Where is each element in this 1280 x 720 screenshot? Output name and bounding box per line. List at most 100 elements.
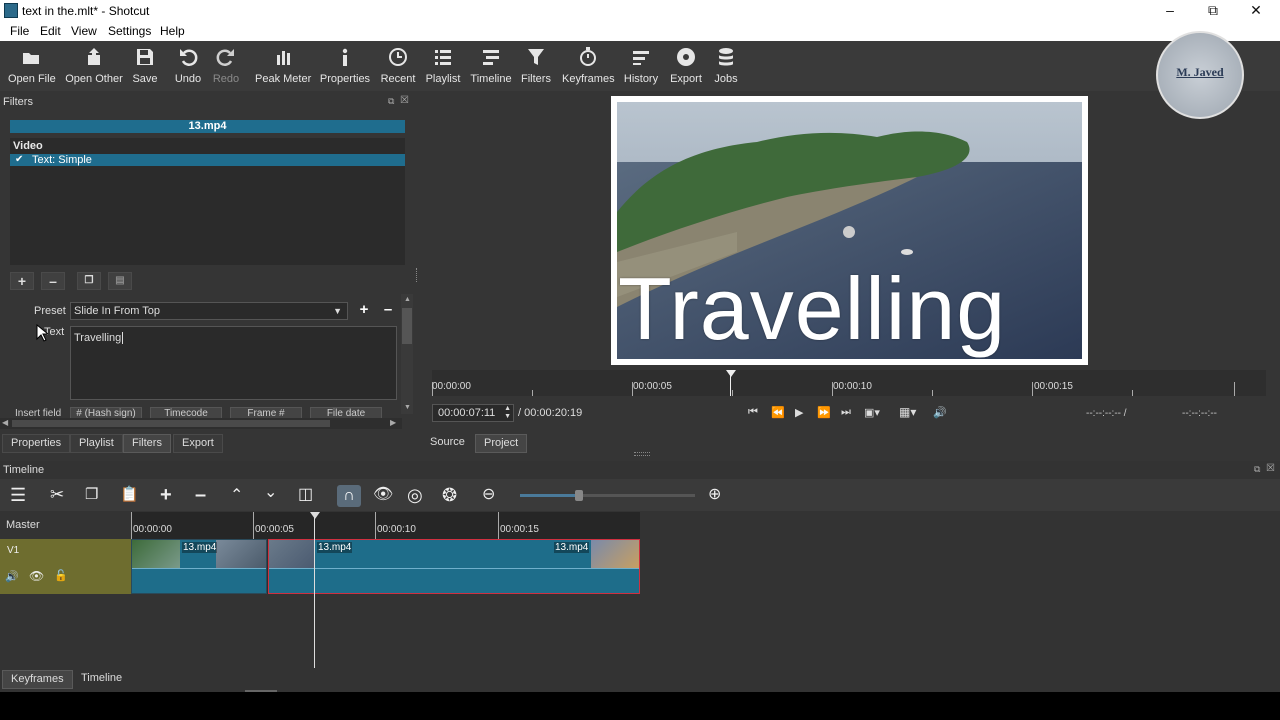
playlist-button[interactable]: Playlist bbox=[425, 45, 461, 89]
splitter-handle[interactable] bbox=[634, 452, 650, 456]
overwrite-icon[interactable]: ⌄ bbox=[264, 485, 286, 507]
hide-icon[interactable]: 👁 bbox=[29, 569, 44, 583]
zoom-in-icon[interactable]: ⊕ bbox=[708, 485, 730, 507]
history-button[interactable]: History bbox=[622, 45, 660, 89]
volume-button[interactable]: 🔊 bbox=[933, 406, 947, 419]
zoom-fit-button[interactable]: ▣▾ bbox=[864, 406, 880, 419]
scroll-left-icon[interactable]: ◀ bbox=[2, 418, 8, 427]
tab-properties[interactable]: Properties bbox=[2, 434, 71, 453]
split-icon[interactable]: ◫ bbox=[298, 485, 320, 507]
tab-keyframes[interactable]: Keyframes bbox=[2, 670, 73, 689]
ripple-icon[interactable]: ◎ bbox=[407, 485, 429, 507]
filter-item-text-simple[interactable]: ✔ Text: Simple bbox=[10, 154, 405, 166]
add-filter-button[interactable]: + bbox=[10, 272, 34, 290]
remove-filter-button[interactable]: – bbox=[41, 272, 65, 290]
scrub-icon[interactable]: 👁 bbox=[373, 485, 395, 507]
recent-button[interactable]: Recent bbox=[380, 45, 416, 89]
keyframes-button[interactable]: Keyframes bbox=[562, 45, 615, 89]
preview-ruler[interactable]: 00:00:00 00:00:05 00:00:10 00:00:15 bbox=[432, 370, 1266, 396]
save-preset-button[interactable]: + bbox=[356, 302, 372, 318]
ripple-all-icon[interactable]: ❂ bbox=[442, 485, 464, 507]
scroll-right-icon[interactable]: ▶ bbox=[390, 418, 396, 427]
panel-close-icon[interactable]: ☒ bbox=[400, 95, 409, 106]
jobs-button[interactable]: Jobs bbox=[712, 45, 740, 89]
remove-icon[interactable]: – bbox=[195, 485, 217, 507]
skip-previous-button[interactable]: ⏮ bbox=[748, 406, 758, 419]
delete-preset-button[interactable]: – bbox=[380, 302, 396, 318]
lock-icon[interactable]: 🔓 bbox=[54, 569, 68, 582]
play-button[interactable]: ▶ bbox=[795, 406, 803, 419]
append-icon[interactable]: + bbox=[160, 485, 182, 507]
panel-float-icon[interactable]: ⧉ bbox=[388, 96, 394, 107]
timeline-menu-icon[interactable]: ☰ bbox=[10, 485, 32, 507]
copy-icon[interactable]: ❐ bbox=[85, 485, 107, 507]
panel-close-icon[interactable]: ☒ bbox=[1266, 463, 1275, 474]
filter-list: Video ✔ Text: Simple bbox=[10, 138, 405, 265]
minimize-button[interactable]: – bbox=[1147, 0, 1193, 22]
redo-button[interactable]: Redo bbox=[211, 45, 241, 89]
undo-button[interactable]: Undo bbox=[173, 45, 203, 89]
menu-edit[interactable]: Edit bbox=[40, 24, 61, 38]
save-button[interactable]: Save bbox=[130, 45, 160, 89]
tab-playlist[interactable]: Playlist bbox=[70, 434, 123, 453]
menu-help[interactable]: Help bbox=[160, 24, 185, 38]
clip-thumbnail bbox=[591, 540, 639, 568]
tab-source[interactable]: Source bbox=[422, 434, 473, 453]
timeline-clip-selected[interactable]: 13.mp4 13.mp4 bbox=[268, 539, 640, 594]
paste-icon: ▤ bbox=[115, 275, 125, 286]
filter-panel-hscrollbar[interactable]: ◀ ▶ bbox=[0, 418, 402, 429]
text-field[interactable]: Travelling bbox=[70, 326, 397, 400]
checkmark-icon[interactable]: ✔ bbox=[15, 154, 23, 166]
properties-icon bbox=[342, 48, 348, 66]
hscroll-thumb[interactable] bbox=[12, 420, 330, 427]
menu-file[interactable]: File bbox=[10, 24, 29, 38]
peak-meter-button[interactable]: Peak Meter bbox=[255, 45, 311, 89]
preset-select[interactable]: Slide In From Top ▼ bbox=[70, 302, 348, 320]
clip-thumbnail bbox=[269, 540, 315, 568]
spinner-icon[interactable]: ▲ ▼ bbox=[504, 405, 511, 421]
snap-icon[interactable]: ∩ bbox=[337, 485, 361, 507]
filter-panel-scrollbar[interactable]: ▲ ▼ bbox=[401, 294, 413, 414]
skip-next-button[interactable]: ⏭ bbox=[841, 406, 851, 419]
copy-filter-button[interactable]: ❐ bbox=[77, 272, 101, 290]
open-other-button[interactable]: Open Other bbox=[63, 45, 125, 89]
timeline-clip[interactable]: 13.mp4 bbox=[131, 539, 267, 594]
timecode-input[interactable]: 00:00:07:11 ▲ ▼ bbox=[432, 404, 514, 422]
rewind-button[interactable]: ⏪ bbox=[771, 406, 785, 419]
scroll-up-icon[interactable]: ▲ bbox=[404, 296, 411, 303]
restore-button[interactable]: ⧉ bbox=[1190, 0, 1236, 22]
splitter-handle[interactable] bbox=[416, 268, 419, 282]
open-file-button[interactable]: Open File bbox=[8, 45, 56, 89]
properties-button[interactable]: Properties bbox=[319, 45, 371, 89]
ruler-tick bbox=[1234, 382, 1235, 396]
track-header-v1[interactable]: V1 🔊 👁 🔓 bbox=[0, 539, 131, 594]
ruler-label: 00:00:15 bbox=[1034, 381, 1073, 392]
menu-view[interactable]: View bbox=[71, 24, 97, 38]
tab-project[interactable]: Project bbox=[475, 434, 528, 453]
timeline-button[interactable]: Timeline bbox=[470, 45, 512, 89]
mute-icon[interactable]: 🔊 bbox=[5, 570, 19, 583]
panel-float-icon[interactable]: ⧉ bbox=[1254, 464, 1260, 475]
export-button[interactable]: Export bbox=[668, 45, 704, 89]
duration-label: / 00:00:20:19 bbox=[518, 407, 583, 419]
timeline-playhead[interactable] bbox=[314, 512, 315, 668]
filters-button[interactable]: Filters bbox=[520, 45, 552, 89]
paste-filter-button[interactable]: ▤ bbox=[108, 272, 132, 290]
timeline-ruler[interactable]: 00:00:00 00:00:05 00:00:10 00:00:15 bbox=[131, 512, 640, 539]
zoom-slider-handle[interactable] bbox=[575, 490, 583, 501]
zoom-out-icon[interactable]: ⊖ bbox=[482, 485, 504, 507]
zoom-slider[interactable] bbox=[520, 490, 695, 501]
tab-timeline[interactable]: Timeline bbox=[73, 670, 130, 689]
paste-icon[interactable]: 📋 bbox=[120, 485, 142, 507]
tab-filters[interactable]: Filters bbox=[123, 434, 171, 453]
grid-button[interactable]: ▦▾ bbox=[899, 405, 916, 419]
close-button[interactable]: ✕ bbox=[1233, 0, 1279, 22]
lift-icon[interactable]: ⌃ bbox=[230, 485, 252, 507]
cut-icon[interactable]: ✂ bbox=[50, 485, 72, 507]
menu-settings[interactable]: Settings bbox=[108, 24, 151, 38]
mouse-cursor-icon bbox=[36, 323, 50, 342]
tab-export[interactable]: Export bbox=[173, 434, 223, 453]
scroll-thumb[interactable] bbox=[402, 308, 412, 344]
scroll-down-icon[interactable]: ▼ bbox=[404, 404, 411, 411]
fast-forward-button[interactable]: ⏩ bbox=[817, 406, 831, 419]
